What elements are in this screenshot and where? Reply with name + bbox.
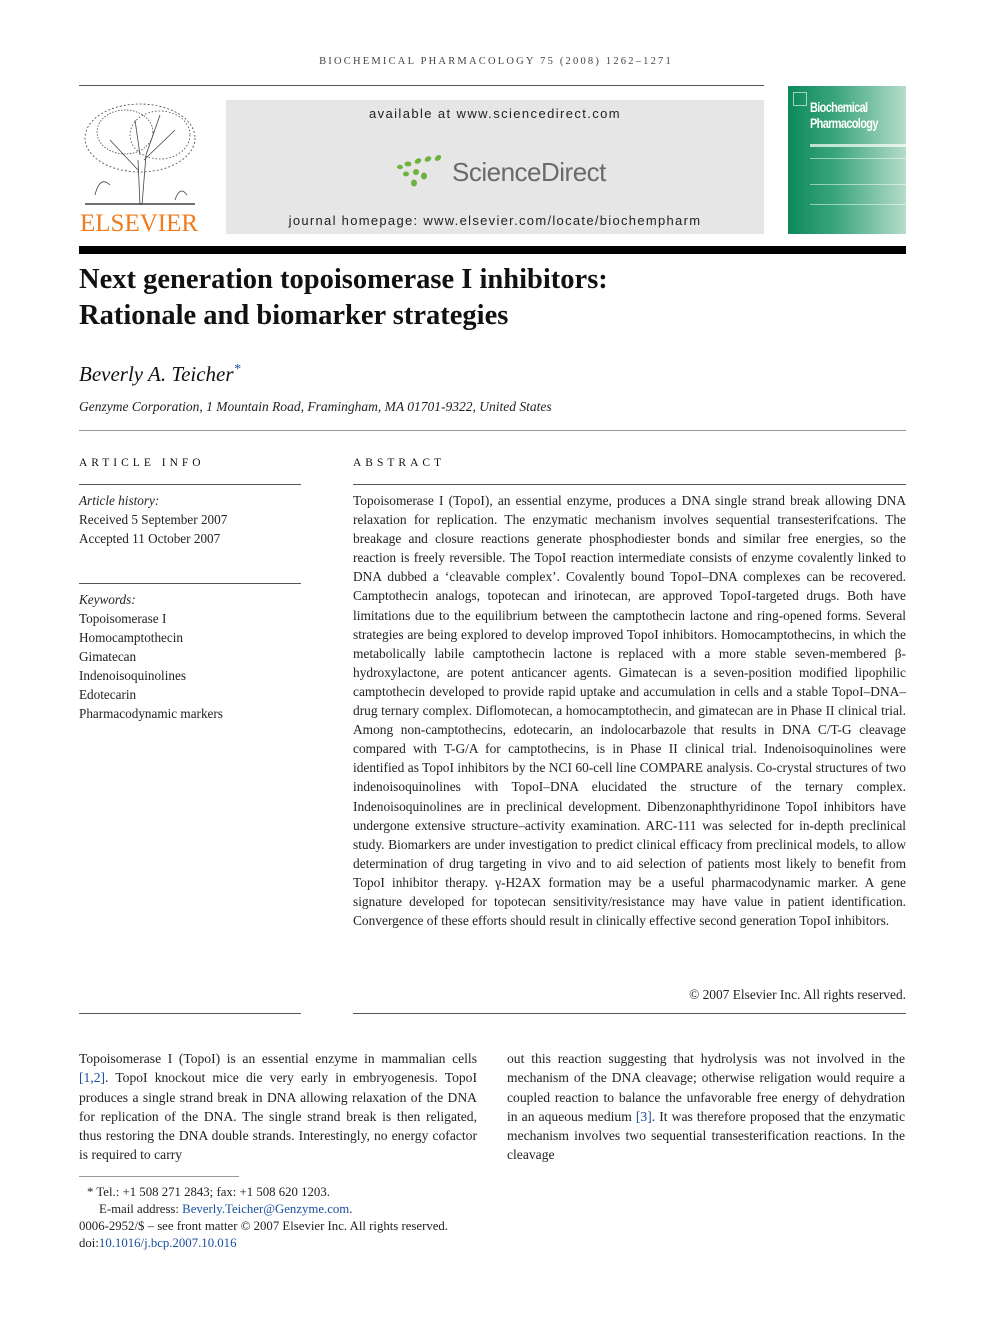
divider (353, 1013, 906, 1014)
footnote-rule (79, 1176, 239, 1177)
journal-homepage[interactable]: journal homepage: www.elsevier.com/locat… (226, 213, 764, 228)
header-thick-rule (79, 246, 906, 254)
keyword: Homocamptothecin (79, 630, 184, 645)
cover-rule (810, 204, 906, 205)
cover-rule (810, 184, 906, 185)
article-info-heading: ARTICLE INFO (79, 457, 205, 469)
available-at-text: available at www.sciencedirect.com (368, 106, 622, 121)
keyword: Topoisomerase I (79, 611, 167, 626)
article-history: Article history: Received 5 September 20… (79, 493, 228, 546)
cover-rule (810, 144, 906, 147)
citation-link[interactable]: [1,2] (79, 1070, 105, 1085)
article-title: Next generation topoisomerase I inhibito… (79, 264, 608, 331)
email-link[interactable]: Beverly.Teicher@Genzyme.com (182, 1202, 349, 1216)
keyword: Edotecarin (79, 687, 137, 702)
issn-line: 0006-2952/$ – see front matter © 2007 El… (79, 1219, 449, 1233)
divider (79, 1013, 301, 1014)
sciencedirect-dots-icon (397, 155, 442, 187)
footnotes: * Tel.: +1 508 271 2843; fax: +1 508 620… (79, 1185, 449, 1250)
abstract-copyright: © 2007 Elsevier Inc. All rights reserved… (689, 987, 906, 1002)
elsevier-tree-logo (80, 100, 200, 208)
body-column-left: Topoisomerase I (TopoI) is an essential … (79, 1051, 477, 1163)
elsevier-logo-text: ELSEVIER (80, 210, 199, 237)
abstract-heading: ABSTRACT (353, 457, 446, 469)
cover-rule (810, 158, 906, 159)
author: Beverly A. Teicher* (79, 362, 241, 386)
body-column-right: out this reaction suggesting that hydrol… (507, 1051, 905, 1163)
sciencedirect-banner: available at www.sciencedirect.com Scien… (226, 100, 764, 234)
divider (79, 484, 301, 485)
contact-info: Tel.: +1 508 271 2843; fax: +1 508 620 1… (96, 1185, 330, 1199)
author-footnote-mark[interactable]: * (234, 362, 241, 377)
sciencedirect-logo[interactable]: ScienceDirect (394, 154, 606, 190)
citation-link[interactable]: [3] (636, 1109, 652, 1124)
keyword: Pharmacodynamic markers (79, 706, 223, 721)
sciencedirect-wordmark: ScienceDirect (452, 156, 606, 187)
divider (353, 484, 906, 485)
page: BIOCHEMICAL PHARMACOLOGY 75 (2008) 1262–… (0, 0, 992, 1323)
journal-cover: Biochemical Pharmacology (788, 86, 906, 234)
cover-title: Biochemical Pharmacology (810, 99, 878, 131)
doi-link[interactable]: 10.1016/j.bcp.2007.10.016 (99, 1236, 237, 1250)
divider (79, 583, 301, 584)
cover-emblem-icon (793, 92, 807, 106)
header-rule (79, 85, 764, 86)
abstract-text: Topoisomerase I (TopoI), an essential en… (353, 493, 906, 929)
keyword: Gimatecan (79, 649, 137, 664)
divider (79, 430, 906, 431)
keywords: Keywords: Topoisomerase I Homocamptothec… (79, 592, 223, 721)
affiliation: Genzyme Corporation, 1 Mountain Road, Fr… (79, 399, 552, 414)
keyword: Indenoisoquinolines (79, 668, 186, 683)
running-head: BIOCHEMICAL PHARMACOLOGY 75 (2008) 1262–… (319, 56, 673, 67)
